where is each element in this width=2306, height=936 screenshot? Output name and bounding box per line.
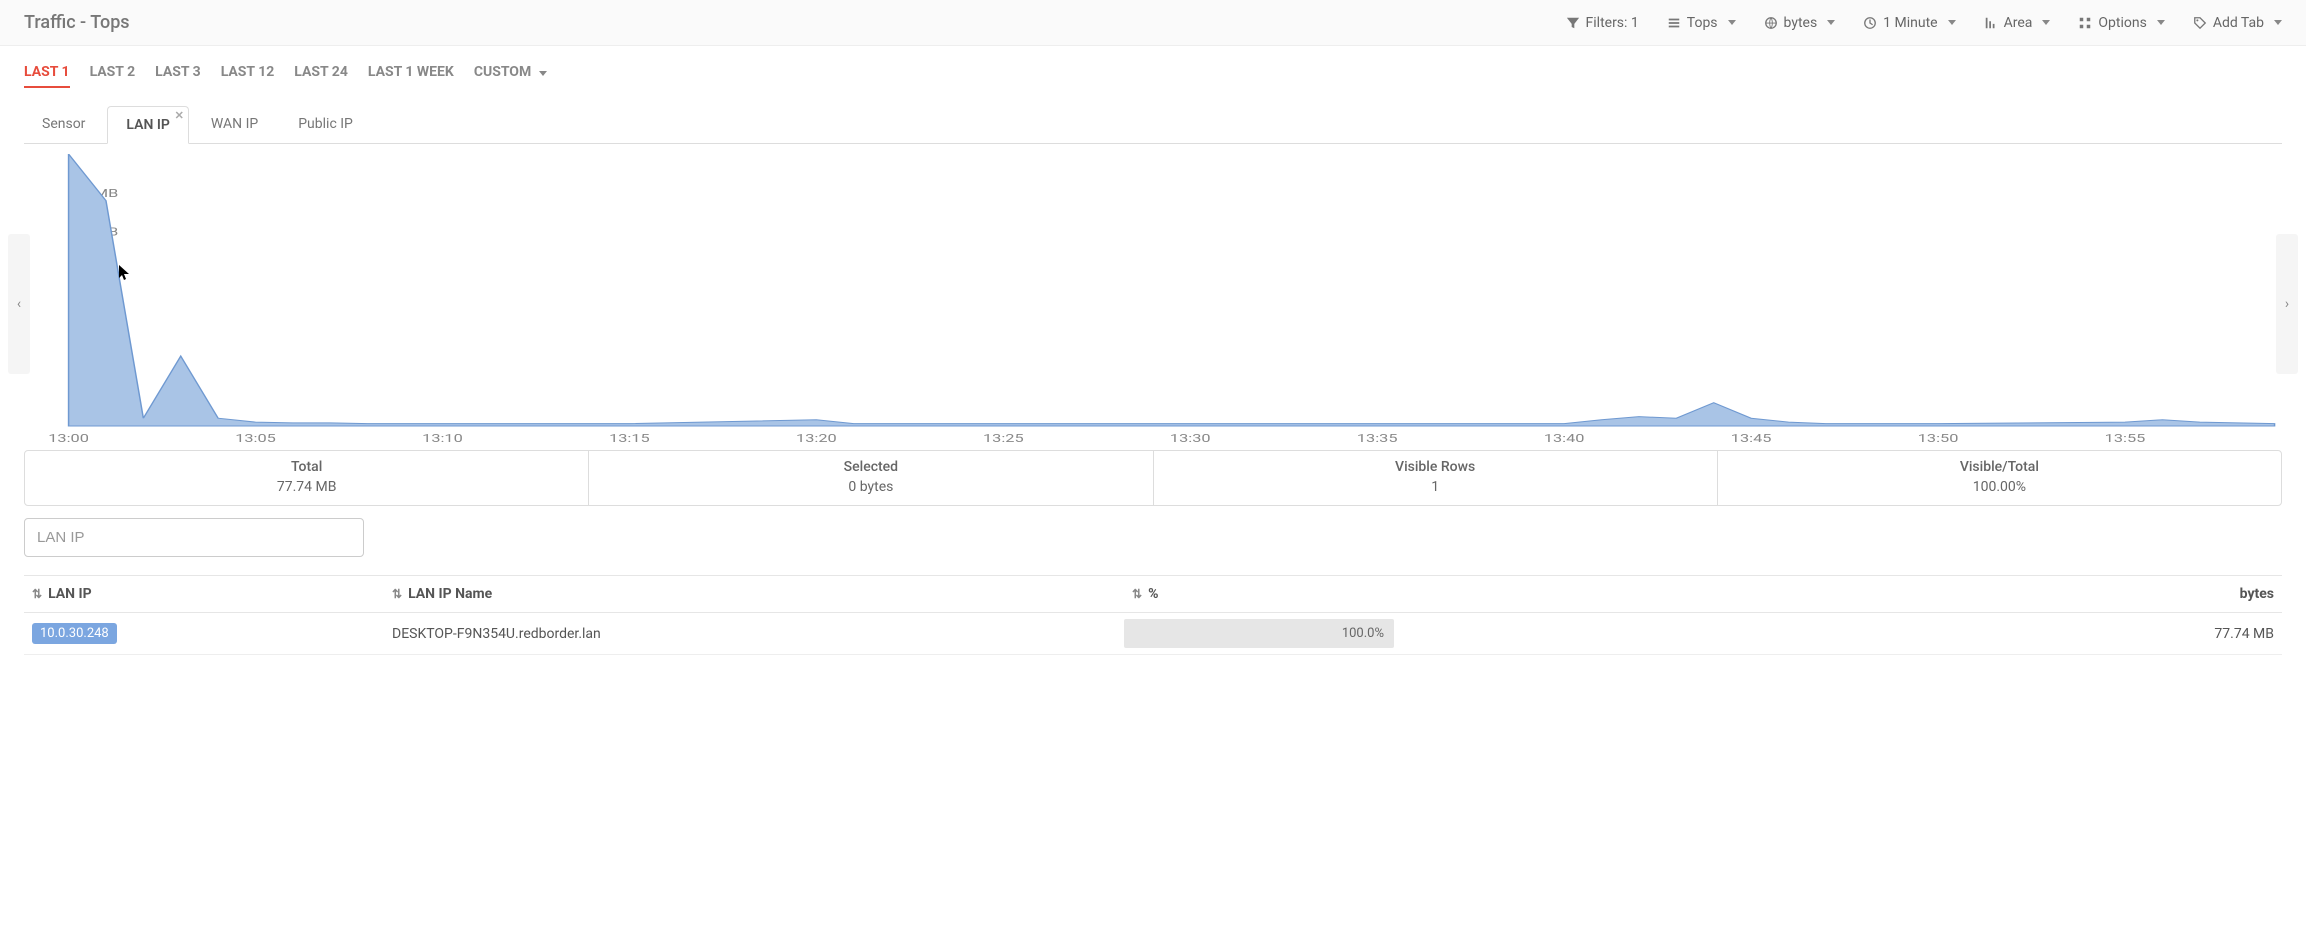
toolbar: Filters: 1 Tops bytes 1 Minute Area: [1566, 15, 2282, 31]
summary-selected-label: Selected: [589, 459, 1152, 479]
svg-text:13:05: 13:05: [235, 433, 276, 444]
list-icon: [1667, 16, 1681, 30]
svg-text:13:25: 13:25: [983, 433, 1024, 444]
add-tab-label: Add Tab: [2213, 15, 2264, 31]
time-tab-last-12[interactable]: LAST 12: [221, 64, 275, 88]
chart-icon: [1984, 16, 1998, 30]
table-header-lan-ip[interactable]: ⇅ LAN IP: [24, 576, 384, 613]
sub-tab-sensor[interactable]: Sensor: [24, 106, 103, 143]
chart-prev-button[interactable]: ‹: [8, 234, 30, 374]
svg-text:13:00: 13:00: [48, 433, 89, 444]
topbar: Traffic - Tops Filters: 1 Tops bytes 1 M…: [0, 0, 2306, 46]
options-dropdown[interactable]: Options: [2078, 15, 2164, 31]
tag-icon: [2193, 16, 2207, 30]
th-label: bytes: [2240, 586, 2274, 602]
svg-text:13:30: 13:30: [1170, 433, 1211, 444]
sub-tab-public-ip[interactable]: Public IP: [280, 106, 371, 143]
lan-ip-filter-input[interactable]: [24, 518, 364, 557]
summary-selected-value: 0 bytes: [589, 479, 1152, 495]
page-title: Traffic - Tops: [24, 12, 130, 33]
table-header-bytes[interactable]: bytes: [1394, 576, 2282, 613]
svg-text:13:10: 13:10: [422, 433, 463, 444]
time-tab-last-3[interactable]: LAST 3: [155, 64, 201, 88]
summary-visible-total: Visible/Total 100.00%: [1718, 451, 2281, 505]
chart-next-button[interactable]: ›: [2276, 234, 2298, 374]
summary-visible-rows: Visible Rows 1: [1154, 451, 1718, 505]
svg-text:13:45: 13:45: [1731, 433, 1772, 444]
svg-text:13:20: 13:20: [796, 433, 837, 444]
chevron-down-icon: [2042, 20, 2050, 25]
svg-text:13:15: 13:15: [609, 433, 650, 444]
table-row[interactable]: 10.0.30.248 DESKTOP-F9N354U.redborder.la…: [24, 613, 2282, 655]
chevron-down-icon: [2157, 20, 2165, 25]
chevron-down-icon: [1728, 20, 1736, 25]
svg-text:13:50: 13:50: [1918, 433, 1959, 444]
chart-area: ‹ › 5 MB10 MB15 MB20 MB25 MB30 MB13:0013…: [0, 144, 2306, 444]
summary-total-label: Total: [25, 459, 588, 479]
clock-icon: [1863, 16, 1877, 30]
grid-icon: [2078, 16, 2092, 30]
unit-label: bytes: [1784, 15, 1818, 31]
svg-text:13:35: 13:35: [1357, 433, 1398, 444]
summary-visible-rows-value: 1: [1154, 479, 1717, 495]
cell-percent: 100.0%: [1124, 613, 1394, 655]
time-tab-last-24[interactable]: LAST 24: [294, 64, 348, 88]
summary-visible-total-value: 100.00%: [1718, 479, 2281, 495]
granularity-label: 1 Minute: [1883, 15, 1937, 31]
cell-lan-ip-name: DESKTOP-F9N354U.redborder.lan: [384, 613, 1124, 655]
tops-dropdown[interactable]: Tops: [1667, 15, 1736, 31]
traffic-chart[interactable]: 5 MB10 MB15 MB20 MB25 MB30 MB13:0013:051…: [24, 154, 2282, 444]
sub-tab-lan-ip[interactable]: LAN IP ✕: [107, 106, 188, 144]
summary-selected: Selected 0 bytes: [589, 451, 1153, 505]
options-label: Options: [2098, 15, 2146, 31]
time-tab-last-1-week[interactable]: LAST 1 WEEK: [368, 64, 454, 88]
filter-icon: [1566, 16, 1580, 30]
custom-label: CUSTOM: [474, 64, 531, 80]
chart-type-label: Area: [2004, 15, 2033, 31]
summary-total-value: 77.74 MB: [25, 479, 588, 495]
data-table: ⇅ LAN IP ⇅ LAN IP Name ⇅% bytes 10.0.30.24…: [24, 575, 2282, 655]
add-tab-button[interactable]: Add Tab: [2193, 15, 2282, 31]
time-range-tabs: LAST 1 LAST 2 LAST 3 LAST 12 LAST 24 LAS…: [0, 46, 2306, 88]
summary-visible-rows-label: Visible Rows: [1154, 459, 1717, 479]
th-label: %: [1148, 586, 1158, 602]
filters-button[interactable]: Filters: 1: [1566, 15, 1639, 31]
chart-type-dropdown[interactable]: Area: [1984, 15, 2051, 31]
sub-tab-label: LAN IP: [126, 117, 169, 133]
table-header-lan-ip-name[interactable]: ⇅ LAN IP Name: [384, 576, 1124, 613]
close-icon[interactable]: ✕: [175, 109, 184, 122]
sort-icon: ⇅: [1132, 587, 1142, 601]
summary-total: Total 77.74 MB: [25, 451, 589, 505]
table-header-percent[interactable]: ⇅%: [1124, 576, 1394, 613]
sort-icon: ⇅: [32, 587, 42, 601]
th-label: LAN IP: [48, 586, 92, 602]
time-tab-last-2[interactable]: LAST 2: [90, 64, 136, 88]
sub-tabs: Sensor LAN IP ✕ WAN IP Public IP: [24, 106, 2282, 144]
chevron-down-icon: [1827, 20, 1835, 25]
unit-dropdown[interactable]: bytes: [1764, 15, 1836, 31]
filter-input-wrap: [24, 518, 2282, 557]
summary-row: Total 77.74 MB Selected 0 bytes Visible …: [24, 450, 2282, 506]
sort-icon: ⇅: [392, 587, 402, 601]
chevron-down-icon: [539, 71, 547, 76]
ip-badge[interactable]: 10.0.30.248: [32, 623, 117, 644]
chevron-down-icon: [1948, 20, 1956, 25]
filters-label: Filters: 1: [1586, 15, 1639, 31]
tops-label: Tops: [1687, 15, 1718, 31]
globe-icon: [1764, 16, 1778, 30]
svg-text:13:40: 13:40: [1544, 433, 1585, 444]
sub-tab-wan-ip[interactable]: WAN IP: [193, 106, 276, 143]
cell-bytes: 77.74 MB: [1394, 613, 2282, 655]
granularity-dropdown[interactable]: 1 Minute: [1863, 15, 1955, 31]
summary-visible-total-label: Visible/Total: [1718, 459, 2281, 479]
time-tab-custom[interactable]: CUSTOM: [474, 64, 547, 88]
th-label: LAN IP Name: [408, 586, 492, 602]
percent-bar: 100.0%: [1124, 619, 1394, 648]
chevron-down-icon: [2274, 20, 2282, 25]
time-tab-last-1[interactable]: LAST 1: [24, 64, 70, 88]
svg-text:13:55: 13:55: [2105, 433, 2146, 444]
